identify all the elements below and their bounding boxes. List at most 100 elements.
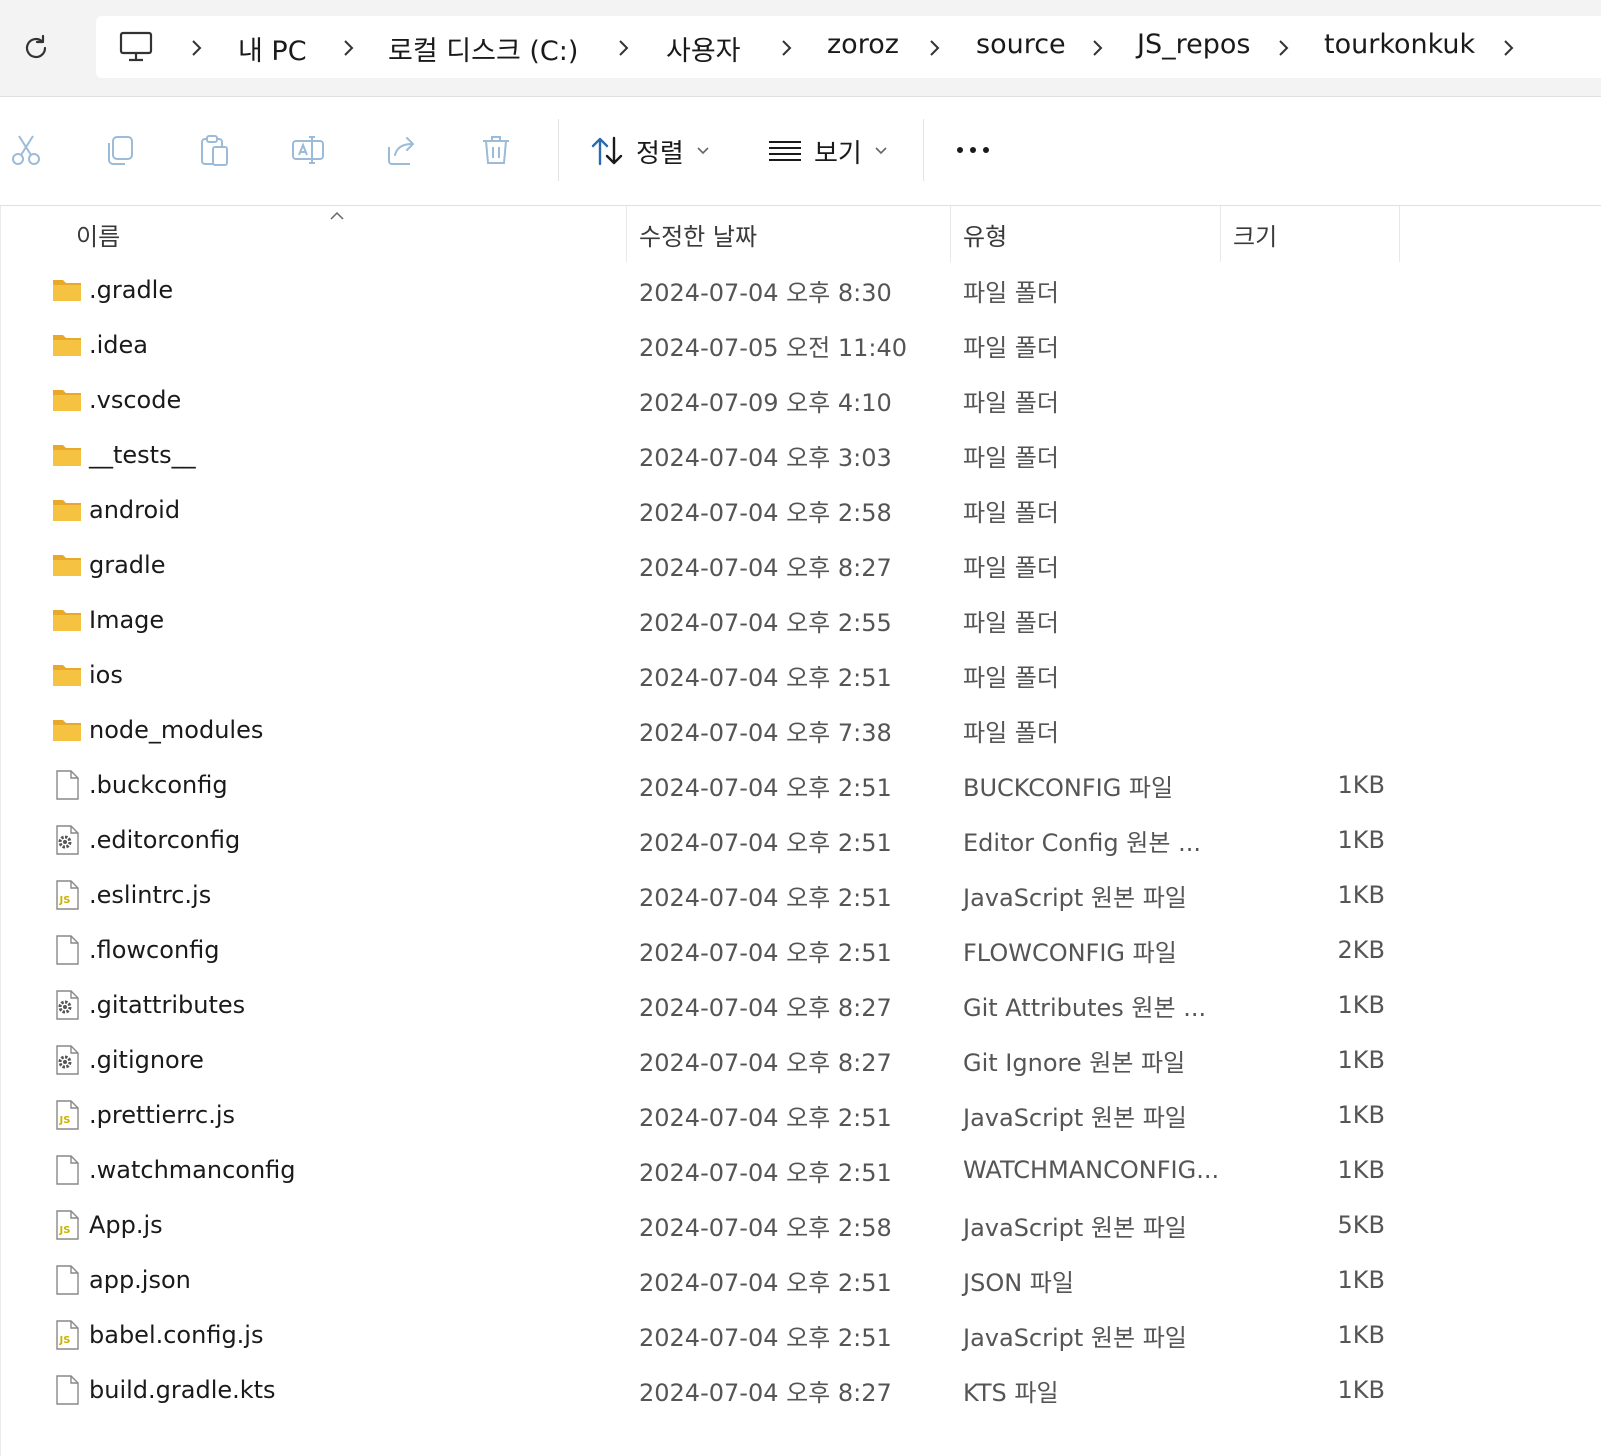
address-bar-area: 내 PC 로컬 디스크 (C:) 사용자 zoroz source JS_rep… <box>0 0 1601 97</box>
file-size: 1KB <box>1337 771 1385 799</box>
table-row[interactable]: android 2024-07-04 오후 2:58 파일 폴더 <box>1 482 1601 538</box>
delete-button[interactable] <box>476 130 516 170</box>
column-header-size[interactable]: 크기 <box>1233 206 1277 262</box>
sort-icon <box>591 136 623 166</box>
file-name: app.json <box>89 1266 191 1294</box>
chevron-right-icon[interactable] <box>1275 38 1293 58</box>
file-type: JavaScript 원본 파일 <box>963 1103 1187 1132</box>
crumb-zoroz[interactable]: zoroz <box>827 29 899 60</box>
table-row[interactable]: .flowconfig 2024-07-04 오후 2:51 FLOWCONFIG … <box>1 922 1601 978</box>
table-row[interactable]: .idea 2024-07-05 오전 11:40 파일 폴더 <box>1 317 1601 373</box>
cut-button[interactable] <box>6 130 46 170</box>
file-date: 2024-07-05 오전 11:40 <box>639 333 908 362</box>
toolbar-divider <box>923 119 924 181</box>
refresh-button[interactable] <box>16 28 56 68</box>
table-row[interactable]: .gradle 2024-07-04 오후 8:30 파일 폴더 <box>1 262 1601 318</box>
refresh-icon <box>25 34 47 59</box>
table-row[interactable]: gradle 2024-07-04 오후 8:27 파일 폴더 <box>1 537 1601 593</box>
file-size <box>1241 262 1385 318</box>
file-date: 2024-07-04 오후 2:51 <box>639 828 892 857</box>
column-divider[interactable] <box>626 206 627 262</box>
table-row[interactable]: node_modules 2024-07-04 오후 7:38 파일 폴더 <box>1 702 1601 758</box>
svg-text:JS: JS <box>59 895 71 906</box>
table-row[interactable]: __tests__ 2024-07-04 오후 3:03 파일 폴더 <box>1 427 1601 483</box>
list-view-icon <box>769 141 801 161</box>
table-row[interactable]: JS .prettierrc.js 2024-07-04 오후 2:51 JavaSc… <box>1 1087 1601 1143</box>
crumb-local-disk[interactable]: 로컬 디스크 (C:) <box>388 29 578 68</box>
file-icon <box>51 1264 83 1296</box>
breadcrumb[interactable]: 내 PC 로컬 디스크 (C:) 사용자 zoroz source JS_rep… <box>96 16 1601 78</box>
paste-button[interactable] <box>194 130 234 170</box>
table-row[interactable]: Image 2024-07-04 오후 2:55 파일 폴더 <box>1 592 1601 648</box>
svg-text:JS: JS <box>59 1225 71 1236</box>
column-header-name[interactable]: 이름 <box>76 206 120 262</box>
sort-button[interactable]: 정렬 <box>590 123 710 179</box>
cut-icon <box>12 135 40 165</box>
toolbar-divider <box>558 119 559 181</box>
table-row[interactable]: .editorconfig 2024-07-04 오후 2:51 Editor Co… <box>1 812 1601 868</box>
chevron-right-icon[interactable] <box>1089 38 1107 58</box>
table-row[interactable]: .gitattributes 2024-07-04 오후 8:27 Git Attr… <box>1 977 1601 1033</box>
copy-button[interactable] <box>100 130 140 170</box>
column-divider[interactable] <box>1220 206 1221 262</box>
folder-icon <box>51 549 83 581</box>
file-type: JavaScript 원본 파일 <box>963 883 1187 912</box>
table-row[interactable]: JS .eslintrc.js 2024-07-04 오후 2:51 JavaScri… <box>1 867 1601 923</box>
chevron-right-icon[interactable] <box>188 38 206 58</box>
crumb-my-pc[interactable]: 내 PC <box>238 29 307 68</box>
chevron-right-icon[interactable] <box>778 38 796 58</box>
crumb-source[interactable]: source <box>976 29 1066 60</box>
file-date: 2024-07-04 오후 2:51 <box>639 773 892 802</box>
file-size <box>1241 702 1385 758</box>
crumb-tourkonkuk[interactable]: tourkonkuk <box>1324 29 1475 60</box>
folder-icon <box>51 384 83 416</box>
file-size <box>1241 317 1385 373</box>
table-row[interactable]: .buckconfig 2024-07-04 오후 2:51 BUCKCONFIG … <box>1 757 1601 813</box>
chevron-right-icon[interactable] <box>1500 38 1518 58</box>
table-row[interactable]: .gitignore 2024-07-04 오후 8:27 Git Ignore 원… <box>1 1032 1601 1088</box>
file-date: 2024-07-04 오후 2:51 <box>639 1268 892 1297</box>
table-row[interactable]: .vscode 2024-07-09 오후 4:10 파일 폴더 <box>1 372 1601 428</box>
file-icon <box>51 1374 83 1406</box>
more-options-button[interactable] <box>953 130 993 170</box>
file-name: babel.config.js <box>89 1321 264 1349</box>
share-button[interactable] <box>382 130 422 170</box>
crumb-users[interactable]: 사용자 <box>666 29 741 68</box>
column-header-date[interactable]: 수정한 날짜 <box>639 206 757 262</box>
file-size: 1KB <box>1337 991 1385 1019</box>
table-row[interactable]: build.gradle.kts 2024-07-04 오후 8:27 KTS 파일… <box>1 1362 1601 1418</box>
column-divider[interactable] <box>950 206 951 262</box>
file-type: Git Ignore 원본 파일 <box>963 1048 1186 1077</box>
sort-ascending-icon <box>329 202 345 226</box>
chevron-right-icon[interactable] <box>340 38 358 58</box>
table-row[interactable]: JS babel.config.js 2024-07-04 오후 2:51 JavaS… <box>1 1307 1601 1363</box>
command-bar: 정렬 보기 <box>0 97 1601 206</box>
file-icon <box>51 1154 83 1186</box>
column-divider[interactable] <box>1399 206 1400 262</box>
table-row[interactable]: ios 2024-07-04 오후 2:51 파일 폴더 <box>1 647 1601 703</box>
chevron-down-icon <box>875 147 887 155</box>
computer-icon[interactable] <box>118 30 154 64</box>
file-name: node_modules <box>89 716 264 744</box>
file-type: JavaScript 원본 파일 <box>963 1323 1187 1352</box>
file-name: .buckconfig <box>89 771 228 799</box>
file-type: Editor Config 원본 ... <box>963 828 1201 857</box>
table-row[interactable]: JS App.js 2024-07-04 오후 2:58 JavaScript 원본 … <box>1 1197 1601 1253</box>
chevron-right-icon[interactable] <box>926 38 944 58</box>
file-type: JSON 파일 <box>963 1268 1074 1297</box>
view-button[interactable]: 보기 <box>768 123 888 179</box>
chevron-right-icon[interactable] <box>615 38 633 58</box>
table-row[interactable]: .watchmanconfig 2024-07-04 오후 2:51 WATCHMA… <box>1 1142 1601 1198</box>
file-type: JavaScript 원본 파일 <box>963 1213 1187 1242</box>
rename-button[interactable] <box>288 130 328 170</box>
file-size: 1KB <box>1337 826 1385 854</box>
file-name: .vscode <box>89 386 182 414</box>
file-date: 2024-07-04 오후 3:03 <box>639 443 892 472</box>
folder-icon <box>51 714 83 746</box>
crumb-js-repos[interactable]: JS_repos <box>1137 29 1250 60</box>
paste-icon <box>201 135 228 166</box>
file-type: 파일 폴더 <box>963 553 1059 582</box>
file-name: Image <box>89 606 165 634</box>
column-header-type[interactable]: 유형 <box>963 206 1007 262</box>
table-row[interactable]: app.json 2024-07-04 오후 2:51 JSON 파일 1KB <box>1 1252 1601 1308</box>
